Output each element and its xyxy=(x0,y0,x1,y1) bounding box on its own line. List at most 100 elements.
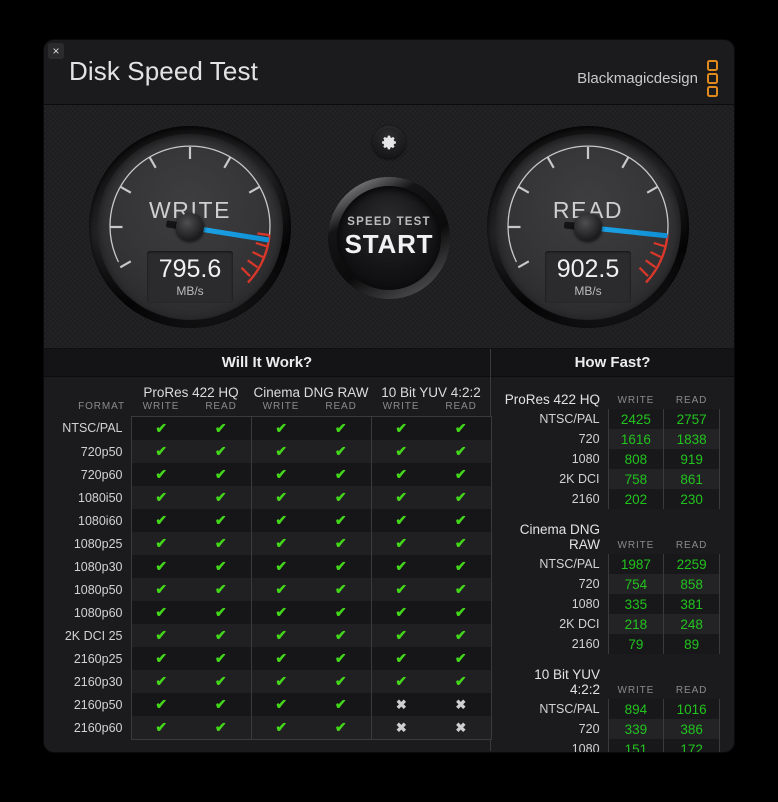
group-header-prores: ProRes 422 HQ xyxy=(143,385,239,400)
support-check-icon: ✔ xyxy=(311,532,372,555)
read-value: 902.5 xyxy=(556,254,620,283)
row-label: 2160p25 xyxy=(73,651,123,666)
support-check-icon: ✔ xyxy=(130,532,191,555)
support-check-icon: ✔ xyxy=(250,555,312,578)
support-check-icon: ✔ xyxy=(250,601,312,624)
subheader-prores-read: READ xyxy=(205,401,237,412)
brand-logo: Blackmagicdesign xyxy=(577,60,718,97)
support-check-icon: ✔ xyxy=(191,555,252,578)
row-label: 2K DCI xyxy=(559,472,600,486)
row-label: 1080p25 xyxy=(73,536,123,551)
support-check-icon: ✔ xyxy=(311,601,372,624)
row-label: 1080 xyxy=(571,597,600,611)
support-check-icon: ✔ xyxy=(370,647,432,670)
write-speed-value: 808 xyxy=(607,449,664,469)
write-value: 795.6 xyxy=(158,254,222,283)
support-check-icon: ✔ xyxy=(250,716,312,740)
start-test-button[interactable]: SPEED TEST START xyxy=(328,177,450,299)
support-check-icon: ✔ xyxy=(130,416,191,440)
support-cross-icon: ✖ xyxy=(370,716,432,740)
how-fast-table: ProRes 422 HQ WRITE READ NTSC/PAL 2425 2757 72… xyxy=(503,387,720,752)
close-icon[interactable]: × xyxy=(48,43,64,59)
read-speed-value: 386 xyxy=(663,719,720,739)
group-header-row: 10 Bit YUV 4:2:2 WRITE READ xyxy=(503,667,720,699)
table-row: 1080 151 172 xyxy=(503,739,720,752)
support-check-icon: ✔ xyxy=(250,578,312,601)
brand-name: Blackmagicdesign xyxy=(577,70,698,87)
row-label: 1080 xyxy=(571,452,600,466)
write-speed-value: 1987 xyxy=(607,554,664,574)
read-speed-value: 2259 xyxy=(663,554,720,574)
row-label: 720 xyxy=(578,432,600,446)
app-window: × Disk Speed Test Blackmagicdesign WRITE… xyxy=(44,40,734,752)
will-it-work-panel: Will It Work? ProRes 422 HQ Cinema DNG R… xyxy=(44,349,492,751)
support-check-icon: ✔ xyxy=(130,647,191,670)
support-check-icon: ✔ xyxy=(130,555,191,578)
support-check-icon: ✔ xyxy=(130,509,191,532)
read-speed-value: 172 xyxy=(663,739,720,752)
table-row: 1080i60 ✔ ✔ ✔ ✔ ✔ ✔ xyxy=(44,509,492,532)
group-name: Cinema DNG RAW xyxy=(519,522,601,552)
write-speed-value: 218 xyxy=(607,614,664,634)
group-header-row: ProRes 422 HQ WRITE READ xyxy=(503,387,720,409)
read-speed-value: 861 xyxy=(663,469,720,489)
row-label: 2160 xyxy=(571,492,600,506)
table-row: 2160 202 230 xyxy=(503,489,720,509)
support-check-icon: ✔ xyxy=(130,693,191,716)
row-label: 2K DCI 25 xyxy=(64,628,123,643)
support-check-icon: ✔ xyxy=(311,486,372,509)
write-speed-value: 1616 xyxy=(607,429,664,449)
row-label: 1080p50 xyxy=(73,582,123,597)
support-check-icon: ✔ xyxy=(370,555,432,578)
read-speed-value: 858 xyxy=(663,574,720,594)
support-check-icon: ✔ xyxy=(191,578,252,601)
row-label: 720p50 xyxy=(80,444,123,459)
results-section: Will It Work? ProRes 422 HQ Cinema DNG R… xyxy=(44,349,734,752)
support-check-icon: ✔ xyxy=(311,463,372,486)
support-check-icon: ✔ xyxy=(130,601,191,624)
support-check-icon: ✔ xyxy=(370,509,432,532)
support-check-icon: ✔ xyxy=(191,601,252,624)
write-speed-value: 758 xyxy=(607,469,664,489)
support-check-icon: ✔ xyxy=(250,670,312,693)
table-row: NTSC/PAL 1987 2259 xyxy=(503,554,720,574)
subheader-write: WRITE xyxy=(617,540,655,551)
subheader-read: READ xyxy=(675,395,708,406)
support-check-icon: ✔ xyxy=(431,416,492,440)
start-button-label: START xyxy=(344,229,434,259)
write-speed-value: 754 xyxy=(607,574,664,594)
support-check-icon: ✔ xyxy=(370,670,432,693)
table-row: 720 1616 1838 xyxy=(503,429,720,449)
support-check-icon: ✔ xyxy=(191,486,252,509)
support-check-icon: ✔ xyxy=(191,463,252,486)
row-label: NTSC/PAL xyxy=(539,702,600,716)
row-label: 1080i50 xyxy=(78,490,123,505)
write-gauge: WRITE 795.6 MB/s xyxy=(80,117,300,337)
read-unit: MB/s xyxy=(574,284,602,298)
table-row: NTSC/PAL 2425 2757 xyxy=(503,409,720,429)
row-label: 2K DCI xyxy=(559,617,600,631)
support-check-icon: ✔ xyxy=(250,647,312,670)
row-label: 1080p30 xyxy=(73,559,123,574)
support-check-icon: ✔ xyxy=(311,509,372,532)
support-check-icon: ✔ xyxy=(250,509,312,532)
write-speed-value: 339 xyxy=(607,719,664,739)
title-bar: Disk Speed Test Blackmagicdesign xyxy=(44,40,734,105)
support-check-icon: ✔ xyxy=(191,532,252,555)
support-check-icon: ✔ xyxy=(250,532,312,555)
read-speed-value: 2757 xyxy=(663,409,720,429)
support-check-icon: ✔ xyxy=(370,440,432,463)
support-check-icon: ✔ xyxy=(311,578,372,601)
brand-squares-icon xyxy=(707,60,718,97)
table-row: 720p50 ✔ ✔ ✔ ✔ ✔ ✔ xyxy=(44,440,492,463)
write-readout: 795.6 MB/s xyxy=(147,250,233,303)
subheader-write: WRITE xyxy=(617,685,655,696)
support-check-icon: ✔ xyxy=(370,624,432,647)
subheader-dng-write: WRITE xyxy=(262,401,300,412)
support-check-icon: ✔ xyxy=(311,647,372,670)
table-row: 720 339 386 xyxy=(503,719,720,739)
sub-header-row: FORMAT WRITE READ WRITE READ WRITE READ xyxy=(44,401,492,417)
row-label: 2160 xyxy=(571,637,600,651)
row-label: 720p60 xyxy=(80,467,123,482)
settings-button[interactable] xyxy=(373,126,405,158)
